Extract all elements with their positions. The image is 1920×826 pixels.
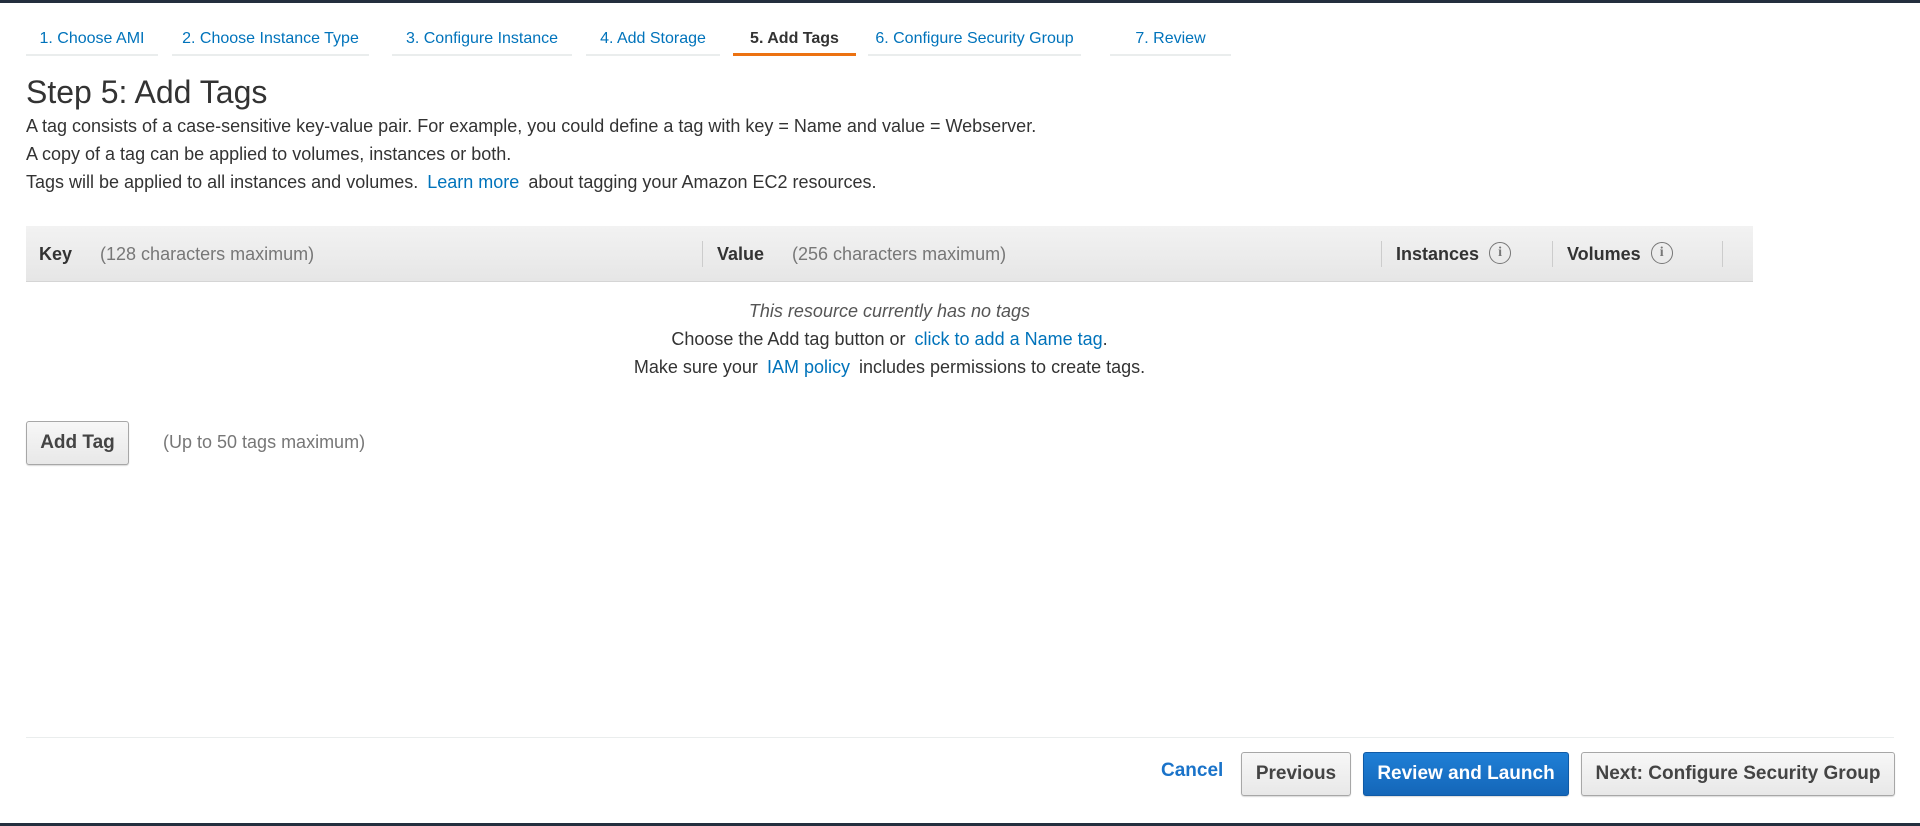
step-choose-instance-type[interactable]: 2. Choose Instance Type bbox=[172, 26, 369, 56]
add-tag-instructions-text: Choose the Add tag button or bbox=[671, 329, 906, 349]
next-configure-security-group-button[interactable]: Next: Configure Security Group bbox=[1581, 752, 1895, 796]
add-name-tag-link[interactable]: click to add a Name tag bbox=[915, 329, 1103, 349]
value-hint: (256 characters maximum) bbox=[792, 244, 1007, 264]
footer-divider bbox=[26, 737, 1894, 738]
iam-policy-note-text: Make sure your bbox=[633, 357, 758, 377]
step-add-tags[interactable]: 5. Add Tags bbox=[733, 26, 856, 56]
column-divider bbox=[702, 241, 703, 267]
step-configure-instance[interactable]: 3. Configure Instance bbox=[392, 26, 572, 56]
tag-limit-note: (Up to 50 tags maximum) bbox=[163, 432, 366, 452]
step-configure-security-group[interactable]: 6. Configure Security Group bbox=[868, 26, 1081, 56]
key-column-header: Key (128 characters maximum) bbox=[39, 226, 314, 282]
step-add-storage[interactable]: 4. Add Storage bbox=[586, 26, 720, 56]
ec2-launch-wizard: 1. Choose AMI 2. Choose Instance Type 3.… bbox=[0, 0, 1920, 826]
key-header: Key bbox=[39, 244, 73, 264]
column-divider bbox=[1552, 241, 1553, 267]
volumes-column-header: Volumes i bbox=[1567, 226, 1673, 282]
key-hint: (128 characters maximum) bbox=[100, 244, 315, 264]
iam-policy-note: Make sure your IAM policy includes permi… bbox=[26, 357, 1753, 378]
page-title: Step 5: Add Tags bbox=[26, 74, 268, 110]
add-tag-button[interactable]: Add Tag bbox=[26, 421, 129, 465]
iam-policy-link[interactable]: IAM policy bbox=[767, 357, 850, 377]
learn-more-link[interactable]: Learn more bbox=[427, 172, 519, 192]
volumes-info-icon[interactable]: i bbox=[1650, 242, 1673, 265]
review-and-launch-button[interactable]: Review and Launch bbox=[1363, 752, 1569, 796]
value-header: Value bbox=[717, 244, 765, 264]
step-review[interactable]: 7. Review bbox=[1110, 26, 1231, 56]
tags-table-header: Key (128 characters maximum) Value (256 ch… bbox=[26, 226, 1753, 282]
volumes-header: Volumes bbox=[1567, 244, 1641, 264]
top-bar bbox=[0, 0, 1920, 3]
description-line-1: A tag consists of a case-sensitive key-v… bbox=[26, 116, 1037, 136]
description-line-3: Tags will be applied to all instances an… bbox=[26, 172, 877, 193]
no-tags-message: This resource currently has no tags bbox=[748, 301, 1031, 321]
description-line-2: A copy of a tag can be applied to volume… bbox=[26, 144, 512, 164]
iam-policy-note-suffix: includes permissions to create tags. bbox=[858, 357, 1146, 377]
add-tag-instructions-period: . bbox=[1102, 329, 1108, 349]
description-line-3-suffix: about tagging your Amazon EC2 resources. bbox=[528, 172, 877, 192]
instances-column-header: Instances i bbox=[1396, 226, 1512, 282]
column-divider bbox=[1722, 241, 1723, 267]
instances-info-icon[interactable]: i bbox=[1489, 242, 1512, 265]
previous-button[interactable]: Previous bbox=[1241, 752, 1351, 796]
description-line-3-text: Tags will be applied to all instances an… bbox=[26, 172, 419, 192]
add-tag-instructions: Choose the Add tag button or click to ad… bbox=[26, 329, 1753, 350]
column-divider bbox=[1381, 241, 1382, 267]
cancel-button[interactable]: Cancel bbox=[1161, 760, 1223, 782]
value-column-header: Value (256 characters maximum) bbox=[717, 226, 1006, 282]
step-choose-ami[interactable]: 1. Choose AMI bbox=[26, 26, 158, 56]
instances-header: Instances bbox=[1396, 244, 1480, 264]
